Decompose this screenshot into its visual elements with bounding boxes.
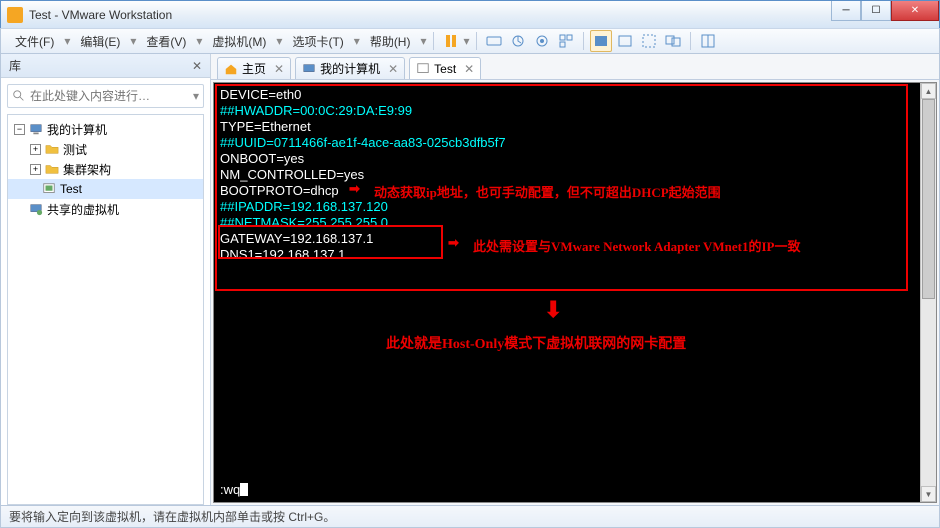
menu-help[interactable]: 帮助(H) bbox=[362, 31, 419, 52]
search-input[interactable] bbox=[30, 89, 189, 103]
tree-label: Test bbox=[60, 182, 82, 196]
sidebar: 库 ✕ ▾ − 我的计算机 + 测试 + 集群架 bbox=[1, 54, 211, 505]
arrow-right-icon: ➡ bbox=[349, 181, 360, 197]
library-icon[interactable] bbox=[697, 30, 719, 52]
sidebar-title: 库 bbox=[9, 57, 21, 74]
tab-strip: 主页 ✕ 我的计算机 ✕ Test ✕ bbox=[211, 54, 939, 80]
shared-vm-icon bbox=[29, 202, 43, 216]
pause-icon[interactable] bbox=[440, 30, 462, 52]
annotation-label: 此处需设置与VMware Network Adapter VMnet1的IP一致 bbox=[473, 236, 801, 255]
menu-file[interactable]: 文件(F) bbox=[7, 31, 62, 52]
sidebar-close-icon[interactable]: ✕ bbox=[192, 59, 202, 73]
status-text: 要将输入定向到该虚拟机，请在虚拟机内部单击或按 Ctrl+G。 bbox=[9, 508, 335, 525]
arrow-down-icon: ⬇ bbox=[544, 297, 562, 323]
home-icon bbox=[224, 62, 238, 76]
tab-test[interactable]: Test ✕ bbox=[409, 57, 481, 79]
tab-mypc[interactable]: 我的计算机 ✕ bbox=[295, 57, 405, 79]
app-icon bbox=[7, 7, 23, 23]
cursor-icon bbox=[240, 483, 248, 496]
tree-label: 集群架构 bbox=[63, 161, 111, 178]
menu-view[interactable]: 查看(V) bbox=[138, 31, 194, 52]
unity-icon[interactable] bbox=[662, 30, 684, 52]
folder-icon bbox=[45, 162, 59, 176]
tree-shared[interactable]: 共享的虚拟机 bbox=[8, 199, 203, 219]
tree-label: 测试 bbox=[63, 141, 87, 158]
tab-close-icon[interactable]: ✕ bbox=[464, 62, 474, 76]
tab-close-icon[interactable]: ✕ bbox=[388, 62, 398, 76]
tree-label: 我的计算机 bbox=[47, 121, 107, 138]
maximize-button[interactable]: ☐ bbox=[861, 1, 891, 21]
window-titlebar: Test - VMware Workstation ─ ☐ ✕ bbox=[0, 0, 940, 28]
search-icon bbox=[12, 89, 26, 103]
scroll-up-icon[interactable]: ▲ bbox=[921, 83, 936, 99]
menu-edit[interactable]: 编辑(E) bbox=[72, 31, 128, 52]
view-thumbnail-icon[interactable] bbox=[614, 30, 636, 52]
main-area: 主页 ✕ 我的计算机 ✕ Test ✕ DEVICE=eth0##HWADDR=… bbox=[211, 54, 939, 505]
minimize-button[interactable]: ─ bbox=[831, 1, 861, 21]
tab-label: Test bbox=[434, 62, 456, 76]
arrow-right-icon: ➡ bbox=[448, 235, 459, 251]
folder-icon bbox=[45, 142, 59, 156]
vm-icon bbox=[42, 182, 56, 196]
vertical-scrollbar[interactable]: ▲ ▼ bbox=[920, 83, 936, 502]
window-title: Test - VMware Workstation bbox=[29, 8, 831, 22]
menu-tabs[interactable]: 选项卡(T) bbox=[284, 31, 351, 52]
snapshot-manager-icon[interactable] bbox=[531, 30, 553, 52]
menubar: 文件(F)▾ 编辑(E)▾ 查看(V)▾ 虚拟机(M)▾ 选项卡(T)▾ 帮助(… bbox=[0, 28, 940, 54]
snapshot-icon[interactable] bbox=[507, 30, 529, 52]
chevron-down-icon[interactable]: ▾ bbox=[193, 89, 199, 103]
vim-command-line: :wq bbox=[220, 482, 248, 498]
tab-label: 主页 bbox=[242, 60, 266, 77]
annotation-label: 此处就是Host-Only模式下虚拟机联网的网卡配置 bbox=[386, 333, 686, 353]
revert-icon[interactable] bbox=[555, 30, 577, 52]
tree-label: 共享的虚拟机 bbox=[47, 201, 119, 218]
menu-vm[interactable]: 虚拟机(M) bbox=[204, 31, 274, 52]
tree-folder[interactable]: + 集群架构 bbox=[8, 159, 203, 179]
vm-tree: − 我的计算机 + 测试 + 集群架构 Test 共享的虚拟机 bbox=[7, 114, 204, 505]
computer-icon bbox=[29, 122, 43, 136]
computer-icon bbox=[302, 62, 316, 76]
scroll-down-icon[interactable]: ▼ bbox=[921, 486, 936, 502]
send-keys-icon[interactable] bbox=[483, 30, 505, 52]
annotation-box-gateway bbox=[218, 225, 443, 259]
tab-close-icon[interactable]: ✕ bbox=[274, 62, 284, 76]
view-console-icon[interactable] bbox=[590, 30, 612, 52]
search-box[interactable]: ▾ bbox=[7, 84, 204, 108]
vm-icon bbox=[416, 62, 430, 76]
tab-home[interactable]: 主页 ✕ bbox=[217, 57, 291, 79]
close-button[interactable]: ✕ bbox=[891, 1, 939, 21]
tree-vm-selected[interactable]: Test bbox=[8, 179, 203, 199]
annotation-label: 动态获取ip地址，也可手动配置，但不可超出DHCP起始范围 bbox=[374, 182, 721, 201]
vm-console[interactable]: DEVICE=eth0##HWADDR=00:0C:29:DA:E9:99TYP… bbox=[213, 82, 937, 503]
sidebar-header: 库 ✕ bbox=[1, 54, 210, 78]
tree-folder[interactable]: + 测试 bbox=[8, 139, 203, 159]
status-bar: 要将输入定向到该虚拟机，请在虚拟机内部单击或按 Ctrl+G。 bbox=[0, 506, 940, 528]
tab-label: 我的计算机 bbox=[320, 60, 380, 77]
scroll-thumb[interactable] bbox=[922, 99, 935, 299]
tree-root[interactable]: − 我的计算机 bbox=[8, 119, 203, 139]
fullscreen-icon[interactable] bbox=[638, 30, 660, 52]
